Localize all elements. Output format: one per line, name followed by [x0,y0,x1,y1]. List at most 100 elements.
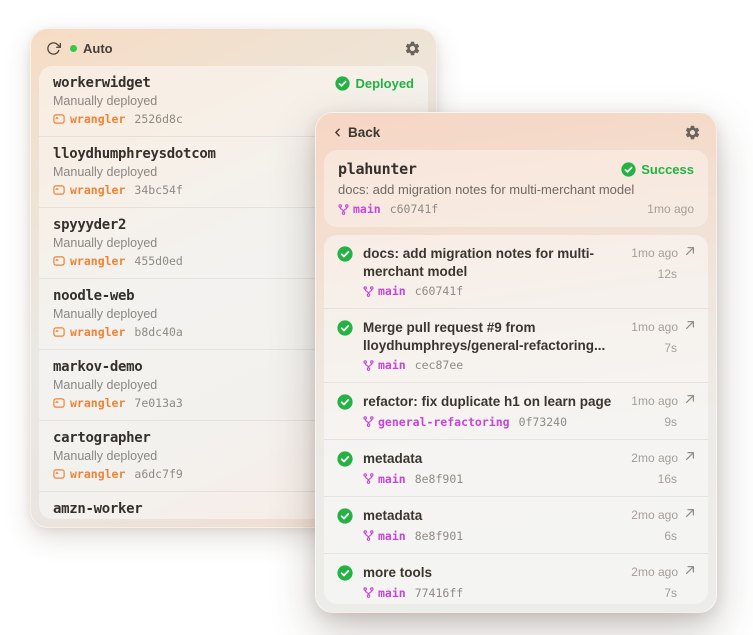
gear-icon [405,41,420,56]
git-branch-icon [363,587,374,599]
branch-name: main [378,528,406,543]
status-label: Deployed [355,75,414,91]
wrangler-icon [53,114,65,124]
status-badge: Deployed [335,76,414,91]
check-circle-icon [621,161,636,177]
commit-row[interactable]: more tools main 77416ff 2mo ago 7s [324,553,708,604]
commit-hash: 8e8f901 [414,471,464,486]
commit-row[interactable]: metadata main 8e8f901 2mo ago [324,496,708,553]
commit-hash: 455d0ed [134,254,183,268]
source-label: wrangler [70,325,126,339]
source-label: wrangler [70,467,126,481]
project-meta: main c60741f 1mo ago [338,202,694,216]
commit-hash: b8dc40a [134,325,183,339]
commit-meta: general-refactoring 0f73240 [363,415,621,429]
check-circle-icon [337,451,353,467]
auto-status-dot [70,45,77,52]
build-duration: 7s [664,341,677,356]
auto-refresh-toggle[interactable]: Auto [70,41,113,56]
wrangler-icon [53,256,65,266]
wrangler-icon [53,185,65,195]
build-duration: 16s [657,472,677,487]
worker-name: cartographer [53,430,151,446]
branch-tag: general-refactoring [363,415,510,429]
wrangler-tag: wrangler [53,467,125,481]
branch-tag: main [363,586,406,600]
success-check [337,564,353,600]
wrangler-icon [53,398,65,408]
branch-name: main [378,471,406,486]
refresh-button[interactable] [46,41,61,56]
wrangler-icon [53,469,65,479]
commit-row[interactable]: docs: add migration notes for multi-merc… [324,235,708,308]
worker-name: spyyyder2 [53,217,127,233]
external-link-icon[interactable] [684,564,696,576]
commit-meta: main 8e8f901 [363,472,621,486]
wrangler-icon [53,327,65,337]
commit-meta: main cec87ee [363,358,621,372]
latest-commit-message: docs: add migration notes for multi-merc… [338,182,635,197]
check-circle-icon [335,75,351,91]
commit-meta: main c60741f [363,284,621,298]
check-circle-icon [337,394,353,410]
git-branch-icon [363,530,374,542]
branch-name: main [353,202,381,216]
auto-label: Auto [83,41,113,56]
commit-meta: main 77416ff [363,586,621,600]
wrangler-tag: wrangler [53,254,125,268]
commit-hash: 2526d8c [134,112,183,126]
commit-time: 1mo ago [631,394,678,409]
project-name: plahunter [338,160,417,178]
success-check [337,507,353,543]
source-label: wrangler [70,112,126,126]
external-link-icon[interactable] [684,507,696,519]
commit-hash: cec87ee [414,358,464,373]
commits-list: docs: add migration notes for multi-merc… [324,235,708,604]
check-circle-icon [337,508,353,524]
commit-hash: c60741f [389,202,439,216]
build-duration: 6s [664,529,677,544]
worker-name: lloydhumphreysdotcom [53,146,216,162]
branch-tag: main [363,358,406,372]
commit-hash: c60741f [414,284,464,299]
wrangler-tag: wrangler [53,112,125,126]
worker-name: amzn-worker [53,501,143,517]
wrangler-tag: wrangler [53,183,125,197]
external-link-icon[interactable] [684,245,696,257]
commit-title: metadata [363,451,423,467]
commit-time: 2mo ago [631,565,678,580]
branch-tag: main [363,529,406,543]
project-summary: plahunter Success docs: add migration no… [324,150,708,227]
branch-name: general-refactoring [378,414,510,429]
commit-row[interactable]: metadata main 8e8f901 2mo ago [324,439,708,496]
detail-toolbar: Back [316,113,716,150]
git-branch-icon [338,203,349,215]
git-branch-icon [363,416,374,428]
commit-title: Merge pull request #9 from lloydhumphrey… [363,320,606,353]
settings-button[interactable] [404,40,421,57]
external-link-icon[interactable] [684,393,696,405]
build-duration: 9s [664,415,677,430]
status-badge: Success [621,162,694,177]
gear-icon [685,125,700,140]
status-label: Success [641,161,694,177]
external-link-icon[interactable] [684,450,696,462]
wrangler-tag: wrangler [53,325,125,339]
settings-button[interactable] [684,124,701,141]
commit-hash: 34bc54f [134,183,183,197]
branch-name: main [378,284,406,299]
commit-row[interactable]: refactor: fix duplicate h1 on learn page… [324,382,708,439]
commit-time: 2mo ago [631,451,678,466]
branch-name: main [378,358,406,373]
commit-row[interactable]: Merge pull request #9 from lloydhumphrey… [324,308,708,382]
branch-tag: main [363,284,406,298]
commit-meta: main 8e8f901 [363,529,621,543]
check-circle-icon [337,246,353,262]
success-check [337,393,353,429]
check-circle-icon [337,320,353,336]
commit-time: 1mo ago [631,246,678,260]
commit-hash: 7e013a3 [134,396,183,410]
back-button[interactable]: Back [331,125,380,140]
external-link-icon[interactable] [684,319,696,331]
project-detail-panel: Back plahunter Success docs: add migrati… [315,112,717,613]
